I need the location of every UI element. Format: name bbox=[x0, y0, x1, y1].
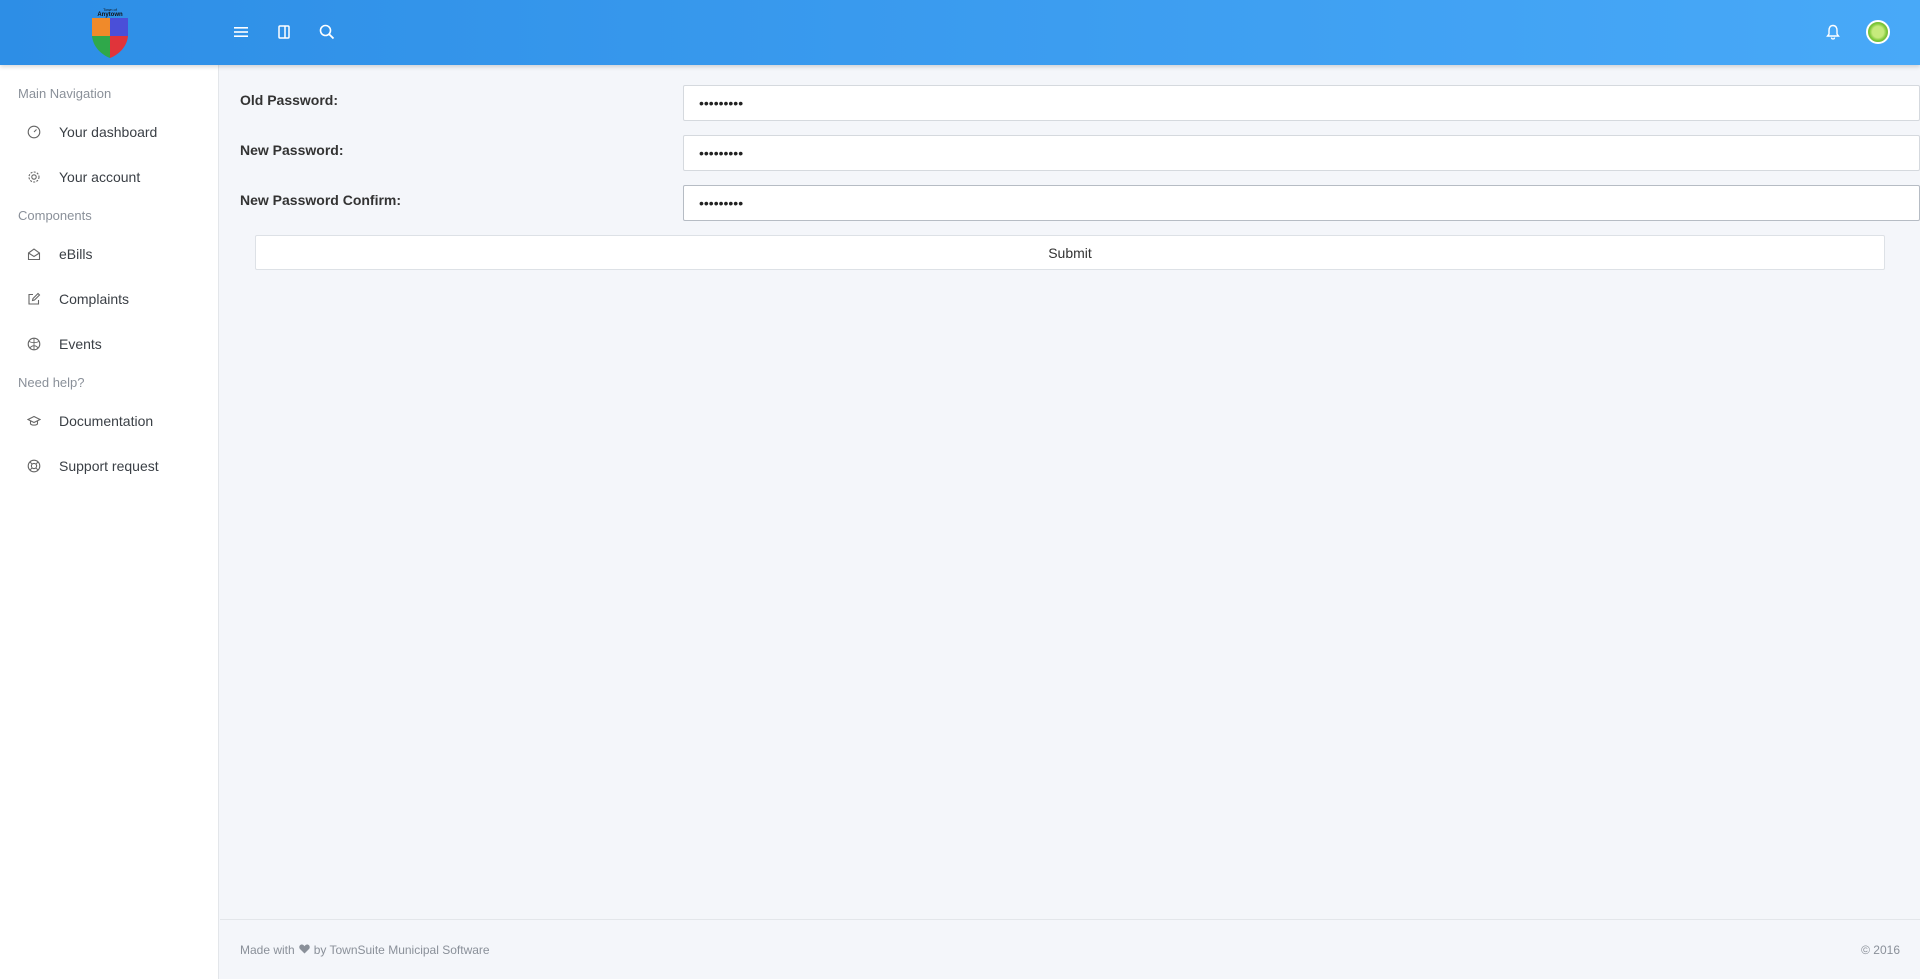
sidebar-item-label: Your dashboard bbox=[59, 123, 158, 140]
sidebar-item-account[interactable]: Your account bbox=[0, 154, 218, 199]
sidebar-item-label: Complaints bbox=[59, 290, 130, 307]
new-password-field[interactable] bbox=[683, 135, 1920, 171]
user-avatar[interactable] bbox=[1866, 20, 1890, 44]
search-icon[interactable] bbox=[315, 20, 339, 44]
edit-icon bbox=[26, 291, 42, 307]
sidebar-item-label: Documentation bbox=[59, 412, 154, 429]
top-navbar: Town of Anytown bbox=[0, 0, 1920, 65]
submit-button[interactable]: Submit bbox=[255, 235, 1885, 270]
footer-company-link[interactable]: by TownSuite Municipal Software bbox=[314, 943, 490, 957]
sidebar: Main Navigation Your dashboard Your acco… bbox=[0, 65, 219, 979]
footer-copyright: © 2016 bbox=[1861, 943, 1900, 957]
footer-credit: Made with by TownSuite Municipal Softwar… bbox=[240, 943, 490, 957]
svg-text:Anytown: Anytown bbox=[97, 12, 123, 18]
sidebar-item-dashboard[interactable]: Your dashboard bbox=[0, 109, 218, 154]
new-password-row: New Password: bbox=[240, 135, 1920, 171]
old-password-row: Old Password: bbox=[240, 85, 1920, 121]
ball-icon bbox=[26, 336, 42, 352]
confirm-password-label: New Password Confirm: bbox=[240, 192, 402, 208]
new-password-label: New Password: bbox=[240, 142, 344, 158]
footer-made-with: Made with bbox=[240, 943, 295, 957]
nav-section-help: Need help? bbox=[18, 375, 85, 390]
footer: Made with by TownSuite Municipal Softwar… bbox=[220, 919, 1920, 979]
sidebar-item-complaints[interactable]: Complaints bbox=[0, 276, 218, 321]
old-password-field[interactable] bbox=[683, 85, 1920, 121]
sidebar-item-documentation[interactable]: Documentation bbox=[0, 398, 218, 443]
sidebar-item-support[interactable]: Support request bbox=[0, 443, 218, 488]
nav-section-components: Components bbox=[18, 208, 92, 223]
graduation-cap-icon bbox=[26, 413, 42, 429]
old-password-label: Old Password: bbox=[240, 92, 339, 108]
confirm-password-field[interactable] bbox=[683, 185, 1920, 221]
sidebar-item-label: Your account bbox=[59, 168, 141, 185]
heart-icon bbox=[298, 943, 310, 957]
envelope-open-icon bbox=[26, 246, 42, 262]
sidebar-item-events[interactable]: Events bbox=[0, 321, 218, 366]
lifebuoy-icon bbox=[26, 458, 42, 474]
speedometer-icon bbox=[26, 124, 42, 140]
nav-section-main: Main Navigation bbox=[18, 86, 112, 101]
menu-icon[interactable] bbox=[229, 20, 253, 44]
bell-icon[interactable] bbox=[1821, 20, 1845, 44]
change-password-form: Old Password: New Password: New Password… bbox=[220, 65, 1920, 919]
anytown-logo[interactable]: Town of Anytown bbox=[88, 6, 132, 59]
sidebar-toggle-icon[interactable] bbox=[272, 20, 296, 44]
sidebar-item-label: eBills bbox=[59, 245, 93, 262]
gear-icon bbox=[26, 169, 42, 185]
sidebar-item-label: Support request bbox=[59, 457, 159, 474]
sidebar-item-label: Events bbox=[59, 335, 102, 352]
confirm-password-row: New Password Confirm: bbox=[240, 185, 1920, 221]
sidebar-item-ebills[interactable]: eBills bbox=[0, 231, 218, 276]
